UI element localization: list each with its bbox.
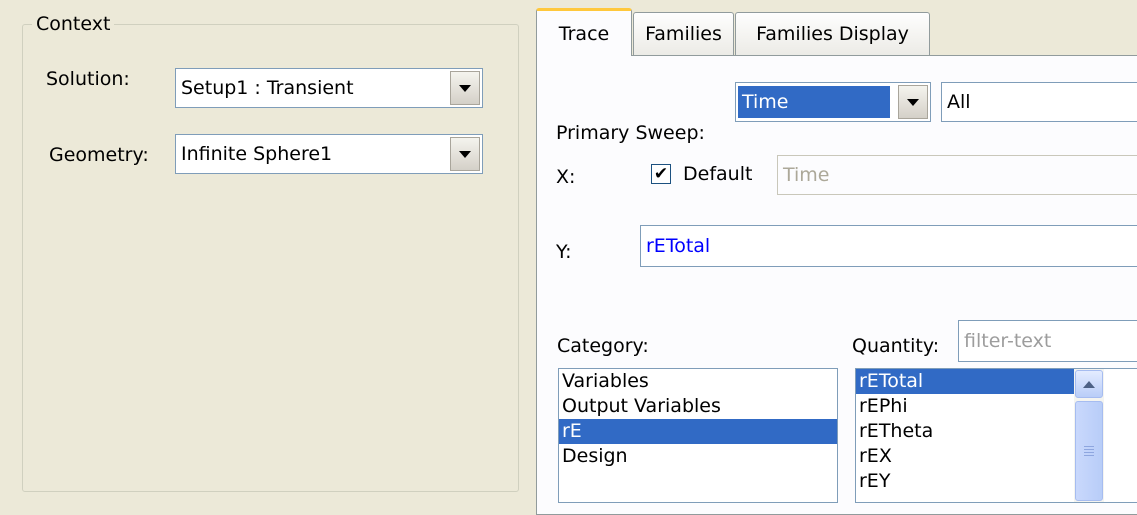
quantity-label: Quantity: [852, 335, 940, 357]
list-item-category[interactable]: Output Variables [559, 394, 837, 419]
x-default-label: Default [683, 163, 753, 185]
solution-dropdown-button[interactable] [450, 71, 480, 105]
x-label: X: [556, 166, 576, 188]
list-item-category[interactable]: Variables [559, 369, 837, 394]
geometry-label: Geometry: [49, 144, 149, 166]
list-item-category[interactable]: Design [559, 444, 837, 469]
geometry-select[interactable]: Infinite Sphere1 [175, 134, 483, 174]
tab-trace-label: Trace [558, 22, 610, 45]
geometry-value: Infinite Sphere1 [181, 143, 333, 165]
primary-sweep-select[interactable]: Time [735, 82, 931, 122]
grip-icon [1084, 449, 1094, 450]
tab-families[interactable]: Families [633, 12, 734, 55]
grip-icon [1084, 452, 1094, 453]
category-listbox[interactable]: Variables Output Variables rE Design [558, 368, 838, 503]
list-item-category[interactable]: rE [559, 419, 837, 444]
list-item-quantity[interactable]: rETotal [856, 369, 1102, 394]
tab-families-display-label: Families Display [756, 23, 909, 45]
tab-trace[interactable]: Trace [536, 8, 632, 56]
primary-sweep-dropdown-button[interactable] [898, 85, 928, 119]
x-default-checkbox[interactable]: ✔ [651, 164, 671, 184]
list-item-category[interactable] [559, 469, 837, 494]
geometry-dropdown-button[interactable] [450, 137, 480, 171]
primary-sweep-label: Primary Sweep: [556, 122, 705, 144]
chevron-down-icon [459, 150, 471, 158]
solution-select[interactable]: Setup1 : Transient [175, 68, 483, 108]
quantity-filter-input[interactable]: filter-text [958, 320, 1137, 362]
chevron-down-icon [459, 84, 471, 92]
tab-families-display[interactable]: Families Display [735, 12, 930, 55]
context-legend: Context [32, 12, 115, 36]
grip-icon [1084, 446, 1094, 447]
sweep-range-field[interactable]: All [941, 82, 1137, 122]
quantity-listbox[interactable]: rETotal rEPhi rETheta rEX rEY [855, 368, 1137, 503]
tab-families-label: Families [645, 23, 722, 45]
x-expression-field[interactable]: Time [777, 155, 1137, 195]
y-expression-field[interactable]: rETotal [640, 225, 1137, 267]
scroll-up-button[interactable] [1075, 370, 1103, 398]
scroll-thumb[interactable] [1075, 401, 1103, 501]
solution-value: Setup1 : Transient [181, 77, 354, 99]
solution-label: Solution: [46, 68, 130, 90]
primary-sweep-value: Time [738, 86, 890, 118]
checkmark-icon: ✔ [653, 163, 669, 184]
chevron-up-icon [1083, 380, 1095, 388]
category-label: Category: [557, 335, 649, 357]
y-label: Y: [556, 241, 572, 263]
grip-icon [1084, 455, 1094, 456]
chevron-down-icon [907, 98, 919, 106]
quantity-scrollbar[interactable] [1074, 369, 1104, 502]
